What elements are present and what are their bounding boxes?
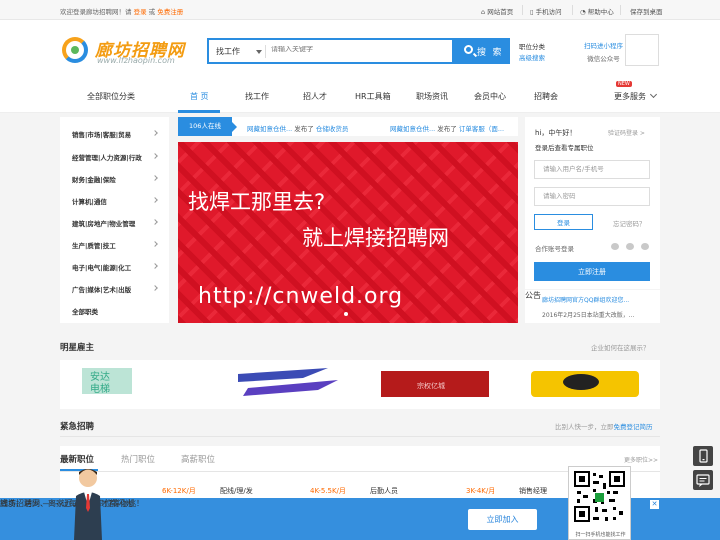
- close-icon[interactable]: ✕: [650, 500, 659, 509]
- category-item[interactable]: 计算机|通信: [72, 196, 107, 206]
- ticker-item[interactable]: 网藏如意仓供... 发布了 仓储收货员: [247, 123, 348, 133]
- advanced-search-link[interactable]: 高级搜索: [519, 53, 545, 64]
- nav-news[interactable]: 职场资讯: [416, 91, 448, 102]
- nav-find-job[interactable]: 找工作: [245, 91, 269, 102]
- search-icon: [464, 45, 473, 54]
- tab-high-salary[interactable]: 高薪职位: [181, 453, 215, 465]
- tab-latest[interactable]: 最新职位: [60, 453, 94, 465]
- qr-caption: 扫一扫手机也能找工作: [575, 532, 626, 538]
- code-login-link[interactable]: 验证码登录 >: [608, 128, 645, 137]
- join-button[interactable]: 立即加入: [468, 509, 537, 530]
- nav-hr-tools[interactable]: HR工具箱: [355, 91, 391, 102]
- svg-text:宗权亿城: 宗权亿城: [417, 381, 445, 390]
- nav-more-services[interactable]: 更多服务: [614, 91, 646, 102]
- search-button[interactable]: 搜 索: [454, 38, 510, 64]
- category-item[interactable]: 电子|电气|能源|化工: [72, 262, 131, 272]
- divider: [60, 436, 660, 437]
- qr-code-image: [573, 470, 626, 523]
- mobile-side-button[interactable]: [693, 446, 713, 466]
- qr-float-panel: 扫一扫手机也能找工作: [568, 466, 631, 540]
- category-item[interactable]: 销售|市场|客服|贸易: [72, 129, 131, 139]
- urgent-hint: 比别人快一步，立即免费登记简历: [555, 423, 653, 431]
- qq-icon[interactable]: [611, 243, 619, 250]
- qr-code-image: [625, 34, 659, 66]
- caret-down-icon[interactable]: [256, 50, 262, 54]
- mini-program: 扫码进小程序 微信公众号: [584, 40, 623, 66]
- ticker-item[interactable]: 网藏如意仓供... 发布了 订单客服（面...: [390, 123, 504, 133]
- employer-logo[interactable]: 安达 电梯: [82, 366, 192, 398]
- login-button[interactable]: 登录: [534, 214, 593, 230]
- nav-home[interactable]: 首 页: [190, 91, 209, 102]
- mini-program-link[interactable]: 扫码进小程序: [584, 40, 623, 53]
- save-desktop-link[interactable]: 保存到桌面: [630, 6, 663, 16]
- category-all[interactable]: 全部职类: [72, 306, 98, 316]
- notice-item[interactable]: 廊坊招聘网官方QQ群组欢迎您...: [542, 295, 657, 304]
- register-button[interactable]: 立即注册: [534, 262, 650, 281]
- logo-icon[interactable]: [62, 37, 88, 63]
- employer-logo[interactable]: [233, 366, 343, 398]
- tab-hot[interactable]: 热门职位: [121, 453, 155, 465]
- message-icon: [696, 474, 710, 487]
- carousel-dot[interactable]: [344, 312, 348, 316]
- category-item[interactable]: 广告|媒体|艺术|出版: [72, 284, 131, 294]
- wechat-label: 微信公众号: [587, 55, 620, 63]
- logo-url: www.lfzhaopin.com: [97, 56, 175, 65]
- employer-logo[interactable]: 宗权亿城: [381, 366, 491, 398]
- category-item[interactable]: 生产|质管|技工: [72, 240, 116, 250]
- feedback-side-button[interactable]: [693, 470, 713, 490]
- job-category-link[interactable]: 职位分类: [519, 42, 545, 53]
- hero-banner[interactable]: 找焊工那里去? 就上焊接招聘网 http://cnweld.org: [178, 142, 518, 323]
- mascot-image: [74, 469, 102, 540]
- category-item[interactable]: 经营管理|人力资源|行政: [72, 152, 142, 162]
- mobile-link[interactable]: ▯ 手机访问: [530, 6, 562, 16]
- header-links: 职位分类 高级搜索: [519, 42, 545, 64]
- register-link[interactable]: 免费注册: [157, 8, 183, 16]
- employer-logo[interactable]: [531, 366, 641, 398]
- top-bar: 欢迎登录廊坊招聘网！请 登录 或 免费注册 ⌂ 网站首页 ▯ 手机访问 ◔ 帮助…: [0, 0, 720, 20]
- phone-icon: [699, 449, 708, 463]
- star-employers-title: 明星雇主: [60, 343, 95, 353]
- forgot-password-link[interactable]: 忘记密码？: [613, 218, 646, 228]
- nav-hire[interactable]: 招人才: [303, 91, 327, 102]
- greeting: hi，中午好！: [535, 129, 577, 137]
- wechat-icon[interactable]: [641, 243, 649, 250]
- svg-text:安达: 安达: [90, 370, 110, 383]
- nav-active-underline: [178, 110, 220, 113]
- password-input[interactable]: 请输入密码: [534, 187, 650, 206]
- notice-item[interactable]: 2016年2月25日本站重大改版，...: [542, 310, 657, 319]
- job-salary: 6K-12K/月: [162, 487, 196, 495]
- weibo-icon[interactable]: [626, 243, 634, 250]
- search-input[interactable]: [271, 46, 451, 53]
- urgent-hiring-title: 紧急招聘: [60, 422, 95, 432]
- banner-line1: 找焊工那里去?: [188, 190, 326, 214]
- register-resume-link[interactable]: 免费登记简历: [614, 423, 653, 431]
- job-salary: 3K-4K/月: [466, 487, 496, 495]
- nav-member[interactable]: 会员中心: [474, 91, 506, 102]
- search-type-select[interactable]: 找工作: [216, 46, 240, 57]
- svg-text:电梯: 电梯: [90, 382, 110, 395]
- job-title[interactable]: 后勤人员: [370, 486, 398, 496]
- job-title[interactable]: 配线/理/发: [220, 486, 253, 496]
- job-title[interactable]: 销售经理: [519, 486, 547, 496]
- help-link[interactable]: ◔ 帮助中心: [580, 6, 614, 16]
- banner-url: http://cnweld.org: [198, 284, 404, 309]
- all-categories[interactable]: 全部职位分类: [87, 91, 135, 102]
- online-count: 106人在线: [178, 117, 237, 136]
- job-salary: 4K-5.5K/月: [310, 487, 346, 495]
- category-item[interactable]: 建筑|房地产|物业管理: [72, 218, 135, 228]
- login-link[interactable]: 登录: [134, 8, 147, 16]
- more-jobs-link[interactable]: 更多职位>>: [624, 455, 658, 464]
- banner-line2: 就上焊接招聘网: [302, 226, 449, 250]
- search-box: 找工作: [207, 38, 454, 64]
- new-badge: NEW: [616, 81, 632, 87]
- login-subtitle: 登录后查看专属职位: [535, 144, 594, 152]
- star-employers-hint[interactable]: 企业如何在这展示？: [591, 342, 650, 352]
- category-item[interactable]: 财务|金融|保险: [72, 174, 116, 184]
- nav-job-fair[interactable]: 招聘会: [534, 91, 558, 102]
- coop-login-label: 合作账号登录: [535, 245, 574, 253]
- home-link[interactable]: ⌂ 网站首页: [481, 6, 513, 16]
- welcome-text: 欢迎登录廊坊招聘网！请 登录 或 免费注册: [60, 8, 184, 16]
- username-input[interactable]: 请输入用户名/手机号: [534, 160, 650, 179]
